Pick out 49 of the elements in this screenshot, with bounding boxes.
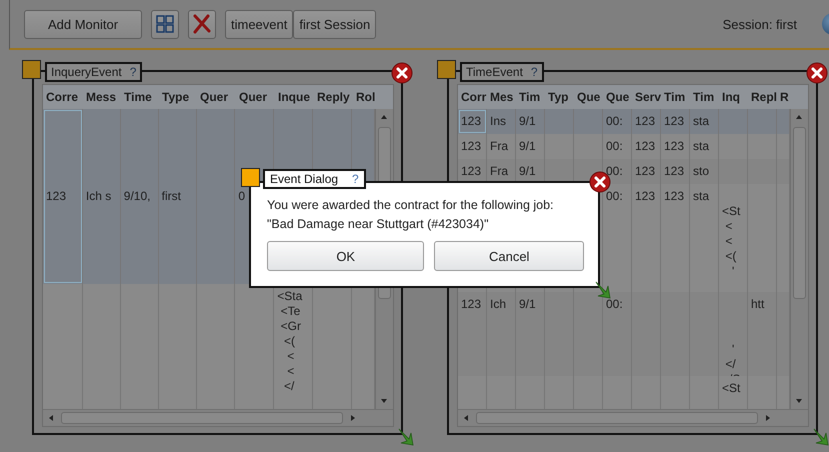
column-header[interactable]: Tim: [661, 90, 690, 104]
column-header[interactable]: Que: [574, 90, 603, 104]
column-header[interactable]: Corre: [43, 90, 83, 104]
column-header[interactable]: Quer: [236, 90, 275, 104]
column-header[interactable]: Inque: [275, 90, 314, 104]
panel-title-text: InqueryEvent: [51, 65, 122, 79]
corner-tab-icon: [241, 168, 260, 187]
table-row[interactable]: <Sta <Te <Gr <( < < </: [43, 284, 375, 409]
help-icon[interactable]: ?: [530, 65, 538, 79]
column-header[interactable]: Tim: [516, 90, 545, 104]
column-header[interactable]: Quer: [197, 90, 236, 104]
vertical-scrollbar[interactable]: [790, 109, 808, 409]
column-header[interactable]: Typ: [545, 90, 574, 104]
column-header[interactable]: Corr: [458, 90, 487, 104]
column-header[interactable]: Time: [121, 90, 159, 104]
toolbar-button[interactable]: first Session: [293, 10, 376, 38]
column-header[interactable]: Mes: [487, 90, 516, 104]
column-header[interactable]: Reply: [314, 90, 353, 104]
close-icon[interactable]: [391, 62, 413, 84]
grid-layout-icon[interactable]: [156, 15, 174, 33]
horizontal-scrollbar[interactable]: [458, 409, 808, 426]
delete-icon[interactable]: [192, 14, 212, 34]
panel-title-text: TimeEvent: [466, 65, 523, 79]
horizontal-scrollbar[interactable]: [43, 409, 393, 426]
resize-arrow-icon[interactable]: [594, 280, 612, 300]
cancel-button[interactable]: Cancel: [434, 241, 584, 271]
column-header[interactable]: Type: [159, 90, 197, 104]
ok-button[interactable]: OK: [267, 241, 424, 271]
add-monitor-button[interactable]: Add Monitor: [24, 10, 142, 38]
session-label: Session: first: [722, 16, 797, 32]
column-header[interactable]: Serv: [632, 90, 661, 104]
table-cell: 123: [458, 109, 487, 134]
column-header[interactable]: Tim: [690, 90, 719, 104]
corner-tab-icon: [437, 60, 456, 79]
table-row[interactable]: <St: [458, 376, 790, 409]
column-header[interactable]: R: [777, 90, 790, 104]
column-header[interactable]: Rol: [353, 90, 376, 104]
table-row[interactable]: 123 Fra 9/1 00: 123 123 sta: [458, 134, 790, 159]
toolbar-button[interactable]: timeevent: [225, 10, 294, 38]
table-cell: 123: [43, 109, 83, 284]
column-header[interactable]: Mess: [83, 90, 121, 104]
corner-tab-icon: [22, 60, 41, 79]
column-header[interactable]: Que: [603, 90, 632, 104]
column-header[interactable]: Repl: [748, 90, 777, 104]
table-row[interactable]: 123 Ins 9/1 00: 123 123 sta: [458, 109, 790, 134]
help-icon[interactable]: ?: [352, 172, 359, 186]
help-icon[interactable]: ?: [130, 65, 136, 79]
column-header[interactable]: Inq: [719, 90, 748, 104]
close-icon[interactable]: [806, 62, 828, 84]
